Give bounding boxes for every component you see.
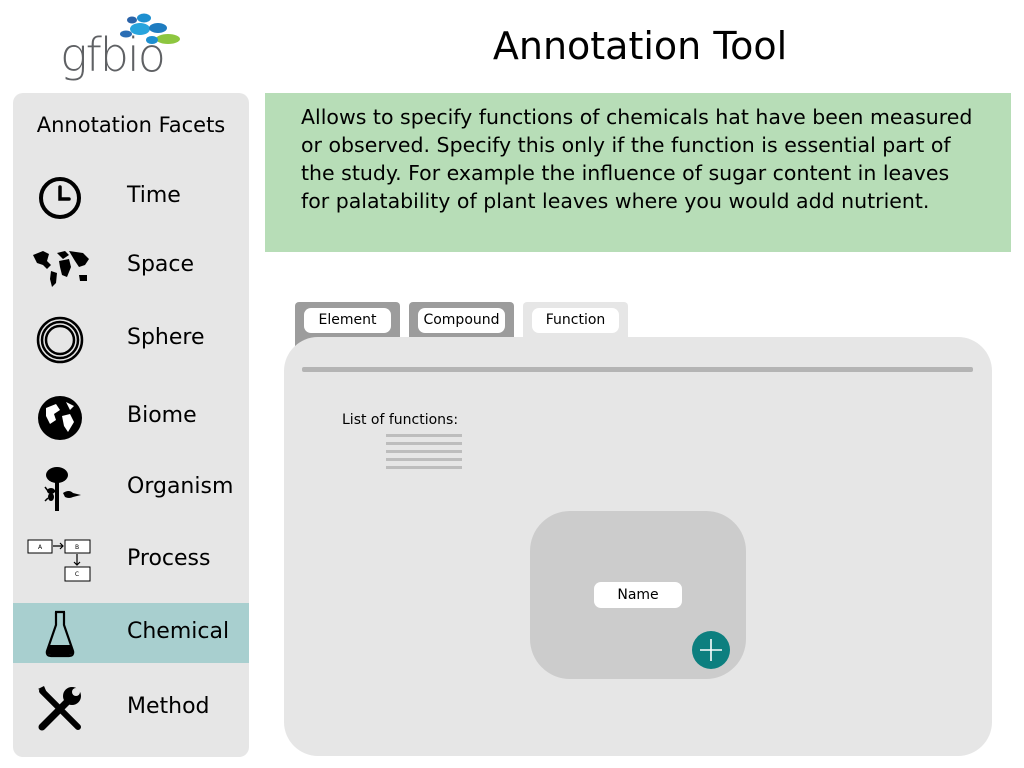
page-title: Annotation Tool (492, 24, 788, 68)
process-node-b: B (75, 544, 79, 551)
sidebar-item-label: Sphere (127, 325, 205, 350)
process-flow-icon: A B C (27, 536, 93, 586)
tab-label: Element (304, 308, 391, 333)
sidebar-item-process[interactable]: A B C Process (13, 530, 249, 590)
tab-label: Function (532, 308, 619, 333)
globe-icon (27, 393, 93, 443)
sidebar-item-label: Space (127, 252, 195, 277)
sidebar-item-biome[interactable]: Biome (13, 387, 249, 447)
logo-blobs-icon (120, 13, 180, 44)
function-list-placeholder (386, 434, 462, 474)
description-text: Allows to specify functions of chemicals… (301, 105, 973, 213)
tab-label: Compound (418, 308, 505, 333)
facets-sidebar: Annotation Facets Time Space Sphere Biom… (13, 93, 249, 757)
wrench-screwdriver-icon (27, 684, 93, 734)
sidebar-item-space[interactable]: Space (13, 236, 249, 296)
add-function-button[interactable] (692, 631, 730, 669)
clock-icon (27, 173, 93, 223)
plus-icon (700, 639, 722, 661)
sidebar-item-organism[interactable]: Organism (13, 458, 249, 518)
function-card: Name (530, 511, 746, 679)
description-banner: Allows to specify functions of chemicals… (265, 93, 1011, 252)
world-map-icon (27, 242, 93, 292)
sidebar-item-label: Method (127, 694, 210, 719)
sidebar-title: Annotation Facets (36, 113, 226, 137)
sidebar-item-sphere[interactable]: Sphere (13, 309, 249, 369)
sidebar-item-chemical[interactable]: Chemical (13, 603, 249, 663)
sidebar-item-time[interactable]: Time (13, 167, 249, 227)
sidebar-item-label: Time (127, 183, 181, 208)
sidebar-item-label: Biome (127, 403, 197, 428)
tree-ant-bird-icon (27, 464, 93, 514)
sidebar-item-method[interactable]: Method (13, 678, 249, 738)
flask-icon (27, 609, 93, 659)
sidebar-item-label: Process (127, 546, 211, 571)
sidebar-item-label: Chemical (127, 619, 230, 644)
process-node-c: C (75, 571, 79, 578)
divider (302, 367, 973, 372)
gfbio-logo: gfbio (58, 8, 208, 84)
list-label: List of functions: (342, 412, 459, 428)
function-panel: List of functions: Name (284, 337, 992, 756)
name-field[interactable]: Name (594, 582, 682, 608)
concentric-rings-icon (27, 315, 93, 365)
sidebar-item-label: Organism (127, 474, 234, 499)
